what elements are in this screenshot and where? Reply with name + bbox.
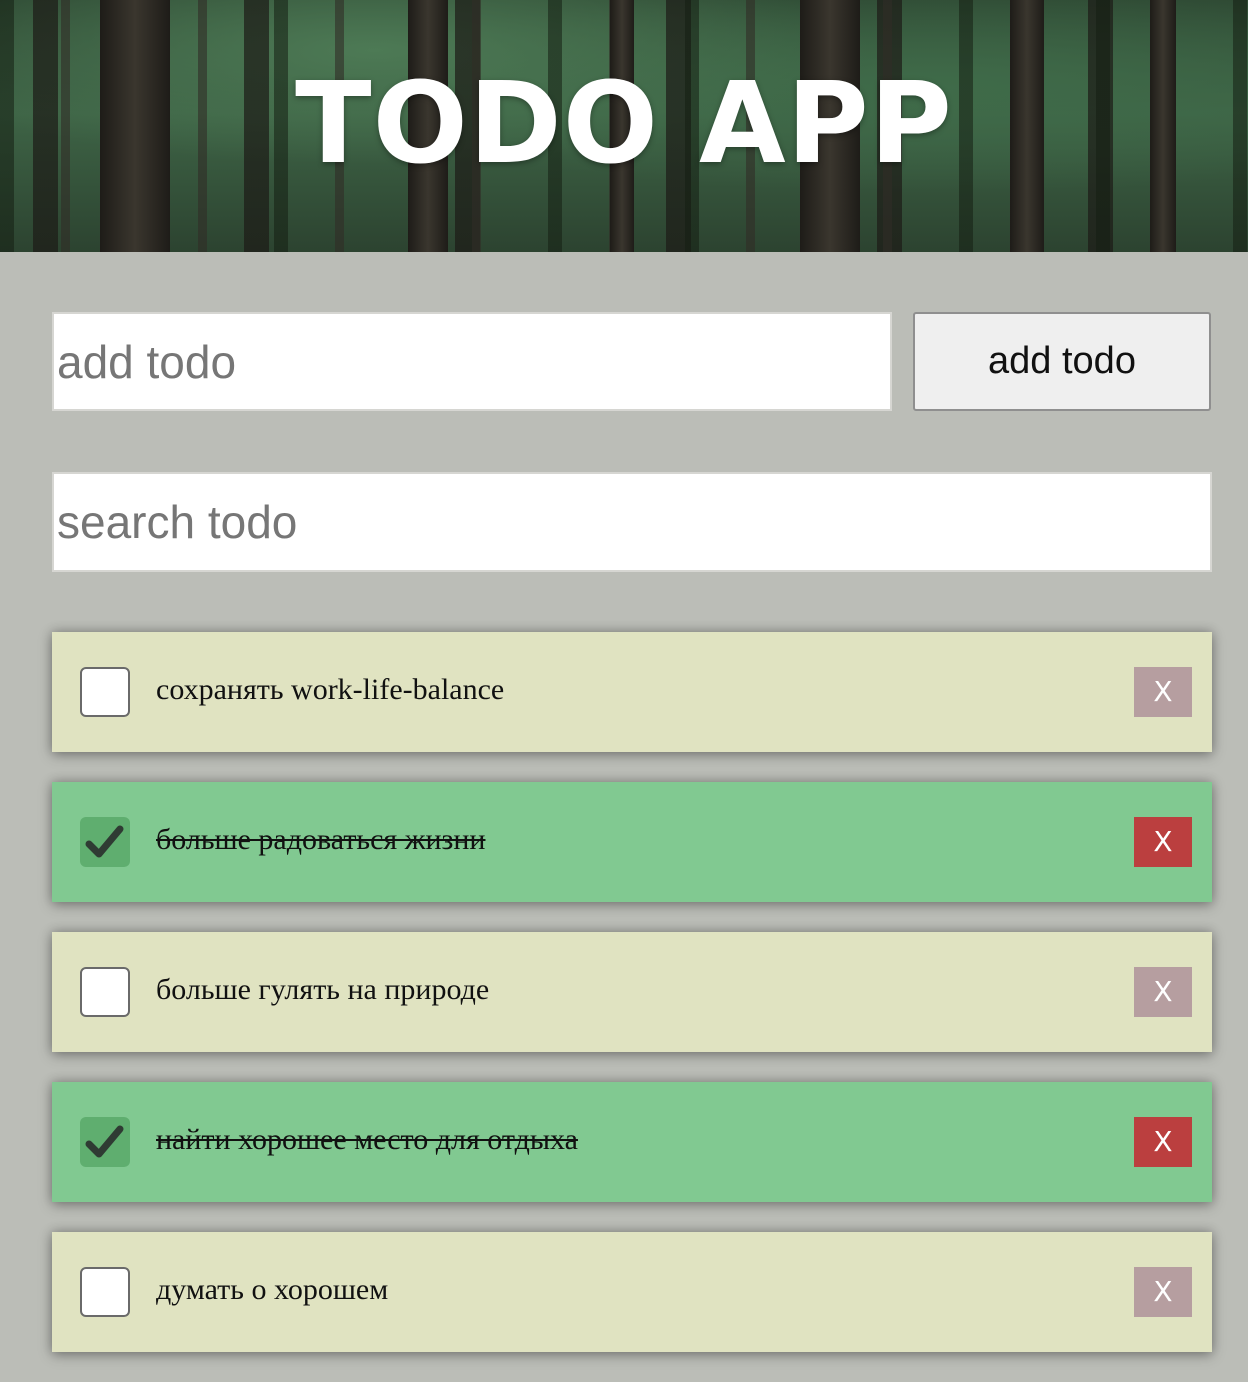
todo-text: думать о хорошем xyxy=(156,1273,389,1306)
todo-item: найти хорошее место для отдыха X xyxy=(52,1082,1212,1202)
todo-text: сохранять work-life-balance xyxy=(156,673,505,706)
delete-todo-button[interactable]: X xyxy=(1134,667,1192,717)
delete-todo-button[interactable]: X xyxy=(1134,967,1192,1017)
todo-item: думать о хорошем X xyxy=(52,1232,1212,1352)
search-todo-input[interactable] xyxy=(52,472,1212,572)
add-todo-input[interactable] xyxy=(52,312,892,411)
todo-checkbox[interactable] xyxy=(80,1267,130,1317)
delete-todo-button[interactable]: X xyxy=(1134,1117,1192,1167)
check-icon xyxy=(85,825,124,858)
app-title: TODO APP xyxy=(295,59,953,189)
todo-text: больше радоваться жизни xyxy=(156,823,486,856)
todo-text: больше гулять на природе xyxy=(156,973,490,1006)
todo-item: больше радоваться жизни X xyxy=(52,782,1212,902)
todo-text: найти хорошее место для отдыха xyxy=(156,1123,578,1156)
todo-checkbox[interactable] xyxy=(80,1117,130,1167)
todo-checkbox[interactable] xyxy=(80,967,130,1017)
todo-list: сохранять work-life-balance X больше рад… xyxy=(52,632,1212,1382)
add-todo-button[interactable]: add todo xyxy=(913,312,1211,411)
delete-todo-button[interactable]: X xyxy=(1134,1267,1192,1317)
todo-item: сохранять work-life-balance X xyxy=(52,632,1212,752)
check-icon xyxy=(85,1125,124,1158)
todo-item: больше гулять на природе X xyxy=(52,932,1212,1052)
todo-checkbox[interactable] xyxy=(80,667,130,717)
header-banner: TODO APP xyxy=(0,0,1248,252)
todo-checkbox[interactable] xyxy=(80,817,130,867)
delete-todo-button[interactable]: X xyxy=(1134,817,1192,867)
